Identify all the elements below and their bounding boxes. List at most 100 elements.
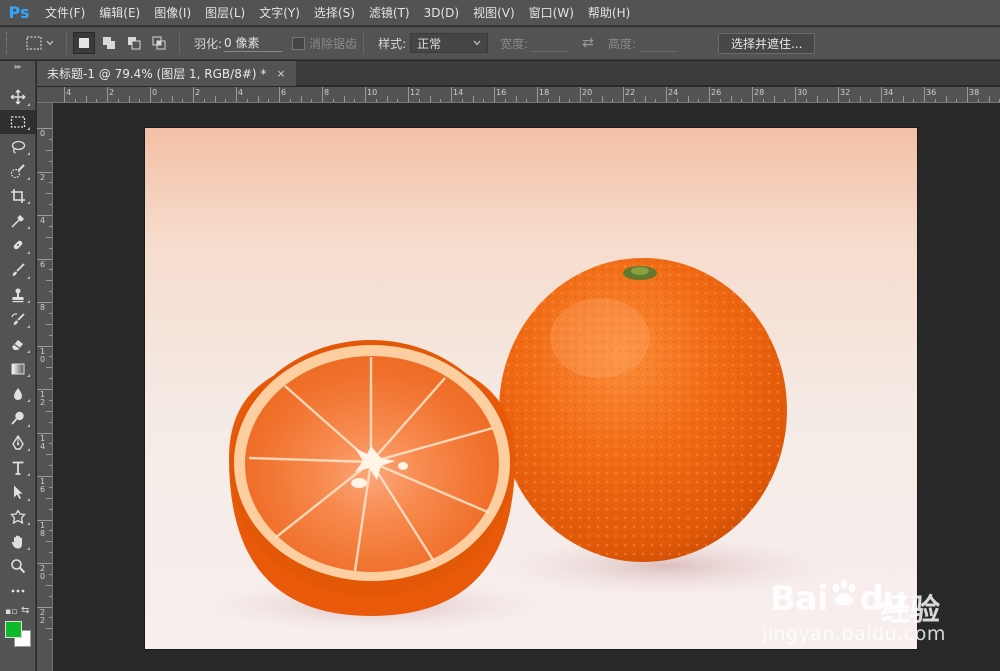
clone-stamp-tool[interactable] — [0, 283, 36, 308]
ruler-tick — [924, 87, 925, 102]
ruler-tick — [623, 87, 624, 102]
ruler-label: 8 — [40, 303, 46, 312]
menu-type[interactable]: 文字(Y) — [252, 0, 307, 26]
new-selection-button[interactable] — [73, 32, 95, 54]
ruler-tick — [709, 87, 710, 102]
tools-panel-grip[interactable]: ▸▸ — [0, 61, 35, 71]
menu-image[interactable]: 图像(I) — [147, 0, 198, 26]
ruler-label: 0 — [152, 88, 158, 97]
swap-dimensions-icon[interactable]: ⇄ — [582, 35, 594, 51]
path-selection-tool[interactable] — [0, 480, 36, 505]
ps-logo: Ps — [8, 3, 30, 22]
ruler-minor-tick — [354, 99, 356, 102]
brush-tool[interactable] — [0, 258, 36, 283]
options-grip[interactable] — [6, 32, 12, 54]
ruler-minor-tick — [49, 595, 52, 597]
menu-filter[interactable]: 滤镜(T) — [362, 0, 417, 26]
feather-input[interactable] — [224, 34, 283, 52]
ruler-minor-tick — [472, 96, 474, 102]
menu-layer[interactable]: 图层(L) — [198, 0, 252, 26]
history-brush-tool[interactable] — [0, 307, 36, 332]
eyedropper-tool[interactable] — [0, 208, 36, 233]
marquee-tool[interactable] — [0, 109, 36, 135]
color-swatches: ▪▫ ⇆ — [0, 603, 35, 648]
dodge-tool[interactable] — [0, 406, 36, 431]
ruler-minor-tick — [49, 182, 52, 184]
select-and-mask-button[interactable]: 选择并遮住... — [717, 32, 816, 54]
ruler-minor-tick — [225, 99, 227, 102]
ruler-label: 20 — [40, 564, 46, 581]
type-tool[interactable] — [0, 455, 36, 480]
ruler-minor-tick — [461, 99, 463, 102]
close-icon[interactable]: × — [276, 67, 285, 80]
horizontal-ruler[interactable]: 4 2 0 2 4 6 8 10 12 14 16 18 20 22 24 26 28 30 32 34 36 38 — [37, 87, 1000, 103]
ruler-label: 20 — [582, 88, 593, 97]
ruler-minor-tick — [719, 99, 721, 102]
menu-file[interactable]: 文件(F) — [38, 0, 92, 26]
zoom-tool[interactable] — [0, 554, 36, 579]
intersect-selection-button[interactable] — [148, 32, 170, 54]
zoom-tool-icon — [11, 559, 26, 574]
ruler-minor-tick — [128, 96, 130, 102]
healing-brush-tool[interactable] — [0, 233, 36, 258]
ruler-label: 38 — [969, 88, 980, 97]
ruler-minor-tick — [49, 639, 52, 641]
move-tool[interactable] — [0, 85, 36, 110]
menu-help[interactable]: 帮助(H) — [581, 0, 637, 26]
ruler-minor-tick — [483, 99, 485, 102]
document-tab[interactable]: 未标题-1 @ 79.4% (图层 1, RGB/8#) * × — [37, 61, 296, 86]
antialias-checkbox[interactable] — [292, 36, 306, 50]
ruler-minor-tick — [46, 193, 52, 195]
type-tool-icon — [12, 461, 24, 475]
subtract-selection-button[interactable] — [123, 32, 145, 54]
foreground-color-swatch[interactable] — [5, 621, 22, 639]
eyedropper-tool-icon — [11, 214, 25, 228]
swap-colors-icon[interactable]: ⇆ — [21, 605, 29, 616]
eraser-tool[interactable] — [0, 332, 36, 357]
ruler-tick — [236, 87, 237, 102]
vertical-ruler[interactable]: 0 2 4 6 8 10 12 14 16 18 20 22 — [37, 103, 53, 671]
chevron-down-icon — [46, 40, 54, 46]
width-field[interactable] — [532, 34, 569, 52]
quick-select-tool[interactable] — [0, 159, 36, 184]
more-tools[interactable] — [0, 579, 36, 604]
ruler-minor-tick — [612, 99, 614, 102]
style-select[interactable]: 正常 — [410, 33, 489, 53]
hand-tool-icon — [11, 535, 22, 549]
crop-tool[interactable] — [0, 184, 36, 209]
pen-tool[interactable] — [0, 431, 36, 456]
intersect-selection-icon — [152, 36, 166, 50]
menu-view[interactable]: 视图(V) — [466, 0, 522, 26]
ruler-label: 32 — [840, 88, 851, 97]
lasso-tool[interactable] — [0, 134, 36, 159]
ruler-label: 14 — [453, 88, 464, 97]
gradient-tool[interactable] — [0, 357, 36, 382]
options-bar: 羽化: 消除锯齿 样式: 正常 宽度: ⇄ 高度: 选择并遮住... — [0, 27, 1000, 60]
default-colors-icon[interactable]: ▪▫ — [5, 607, 17, 617]
menu-select[interactable]: 选择(S) — [307, 0, 362, 26]
ruler-tick — [494, 87, 495, 102]
add-selection-button[interactable] — [98, 32, 120, 54]
ruler-minor-tick — [784, 99, 786, 102]
ruler-minor-tick — [171, 96, 173, 102]
ruler-minor-tick — [741, 99, 743, 102]
menu-3d[interactable]: 3D(D) — [417, 0, 466, 26]
marquee-tool-icon — [10, 116, 26, 128]
menu-window[interactable]: 窗口(W) — [522, 0, 581, 26]
tool-preset-picker[interactable] — [20, 31, 60, 55]
shape-tool[interactable] — [0, 505, 36, 530]
ruler-minor-tick — [934, 99, 936, 102]
history-brush-icon — [11, 312, 25, 325]
ruler-minor-tick — [96, 99, 98, 102]
height-field[interactable] — [639, 34, 676, 52]
hand-tool[interactable] — [0, 529, 36, 554]
chevron-down-icon — [473, 40, 481, 46]
gradient-tool-icon — [11, 363, 25, 375]
subtract-selection-icon — [128, 37, 141, 50]
menu-edit[interactable]: 编辑(E) — [92, 0, 147, 26]
ruler-minor-tick — [827, 99, 829, 102]
ruler-tick — [37, 171, 52, 173]
eraser-tool-icon — [12, 340, 23, 351]
ruler-tick — [37, 389, 52, 390]
blur-tool[interactable] — [0, 381, 36, 406]
